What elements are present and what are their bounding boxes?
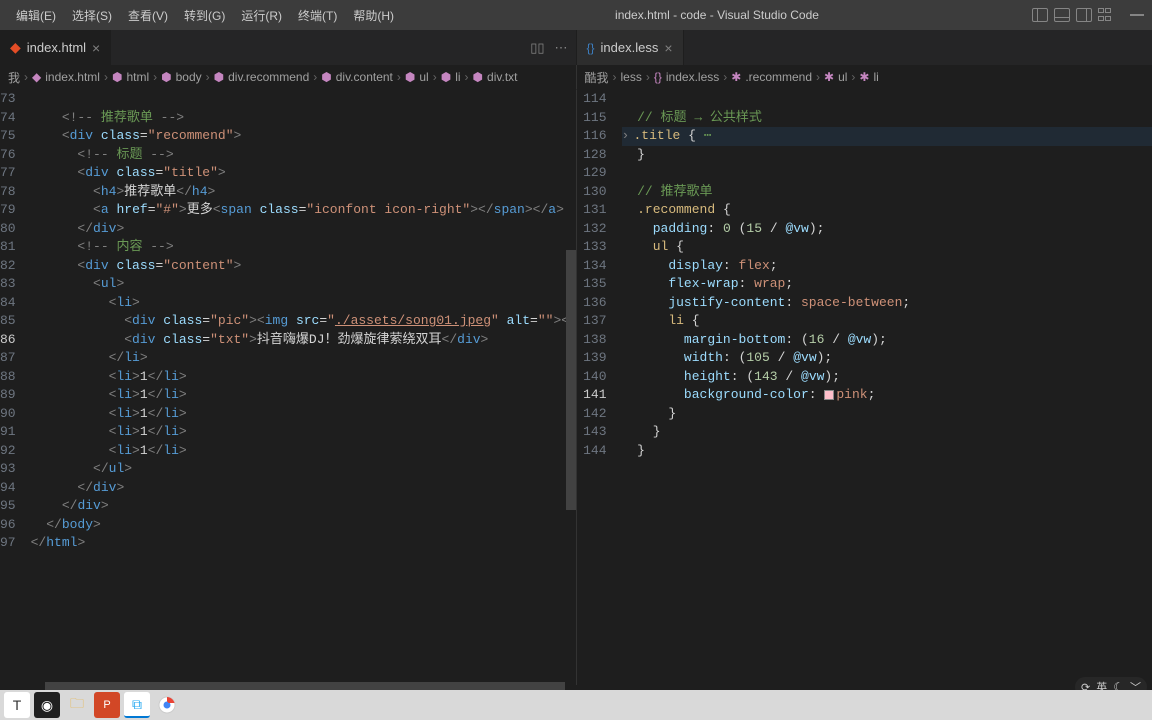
- titlebar-actions: [1032, 8, 1144, 22]
- breadcrumb-item[interactable]: ◆ index.html: [32, 70, 100, 84]
- tab-bar: ◆ index.html × ▯▯ ⋯ {} index.less ×: [0, 30, 1152, 65]
- taskbar-powerpoint-icon[interactable]: P: [94, 692, 120, 718]
- breadcrumb-left[interactable]: 我›◆ index.html›⬢ html›⬢ body›⬢ div.recom…: [0, 65, 576, 90]
- breadcrumb-item[interactable]: ⬢ div.recommend: [214, 70, 310, 84]
- menu-bar: 编辑(E) 选择(S) 查看(V) 转到(G) 运行(R) 终端(T) 帮助(H…: [8, 3, 402, 28]
- taskbar-explorer-icon[interactable]: 🗀: [64, 692, 90, 718]
- tab-label: index.html: [27, 40, 86, 55]
- menu-edit[interactable]: 编辑(E): [8, 3, 64, 28]
- menu-help[interactable]: 帮助(H): [345, 3, 402, 28]
- tab-index-html[interactable]: ◆ index.html ×: [0, 30, 111, 65]
- menu-terminal[interactable]: 终端(T): [290, 3, 345, 28]
- line-gutter: 7374757677787980818283848586878889909192…: [0, 90, 31, 685]
- titlebar: 编辑(E) 选择(S) 查看(V) 转到(G) 运行(R) 终端(T) 帮助(H…: [0, 0, 1152, 30]
- tab-label: index.less: [601, 40, 659, 55]
- line-gutter: 1141151161281291301311321331341351361371…: [577, 90, 622, 685]
- layout-toggle-secondary-icon[interactable]: [1076, 8, 1092, 22]
- scrollbar-thumb[interactable]: [566, 250, 576, 510]
- editor-right[interactable]: 1141151161281291301311321331341351361371…: [576, 90, 1152, 685]
- breadcrumb-right[interactable]: 酷我›less›{} index.less›✱ .recommend›✱ ul›…: [576, 65, 1152, 90]
- breadcrumb-item[interactable]: less: [621, 70, 642, 84]
- breadcrumb-item[interactable]: ⬢ div.txt: [473, 70, 518, 84]
- more-actions-icon[interactable]: ⋯: [555, 40, 568, 56]
- close-tab-icon[interactable]: ×: [664, 40, 672, 56]
- layout-toggle-panel-icon[interactable]: [1054, 8, 1070, 22]
- code-editor[interactable]: <!-- 推荐歌单 --> <div class="recommend"> <!…: [31, 90, 576, 685]
- layout-customize-icon[interactable]: [1098, 8, 1114, 22]
- taskbar: T ◉ 🗀 P ⧉: [0, 690, 1152, 720]
- breadcrumb-item[interactable]: ⬢ li: [441, 70, 461, 84]
- menu-go[interactable]: 转到(G): [176, 3, 233, 28]
- tab-index-less[interactable]: {} index.less ×: [577, 30, 684, 65]
- layout-toggle-sidebar-icon[interactable]: [1032, 8, 1048, 22]
- breadcrumb-item[interactable]: ✱ li: [859, 70, 878, 84]
- breadcrumb-item[interactable]: ⬢ ul: [405, 70, 429, 84]
- taskbar-vscode-icon[interactable]: ⧉: [124, 692, 150, 718]
- menu-run[interactable]: 运行(R): [233, 3, 290, 28]
- breadcrumb-item[interactable]: ⬢ div.content: [321, 70, 393, 84]
- taskbar-text-icon[interactable]: T: [4, 692, 30, 718]
- taskbar-chrome-icon[interactable]: [154, 692, 180, 718]
- taskbar-browser-icon[interactable]: ◉: [34, 692, 60, 718]
- breadcrumb-item[interactable]: 酷我: [585, 69, 609, 86]
- menu-view[interactable]: 查看(V): [120, 3, 176, 28]
- breadcrumb-item[interactable]: ⬢ html: [112, 70, 149, 84]
- breadcrumb-item[interactable]: 我: [8, 69, 20, 86]
- breadcrumb-item[interactable]: ✱ ul: [824, 70, 847, 84]
- breadcrumb-item[interactable]: ⬢ body: [161, 70, 202, 84]
- minimize-icon[interactable]: [1130, 14, 1144, 16]
- editor-left[interactable]: 7374757677787980818283848586878889909192…: [0, 90, 576, 685]
- code-editor[interactable]: // 标题 → 公共样式›.title { ⋯ } // 推荐歌单 .recom…: [622, 90, 1152, 685]
- split-editor-icon[interactable]: ▯▯: [530, 40, 544, 56]
- menu-selection[interactable]: 选择(S): [64, 3, 120, 28]
- less-file-icon: {}: [587, 41, 595, 55]
- html-file-icon: ◆: [10, 39, 21, 56]
- breadcrumb-item[interactable]: ✱ .recommend: [731, 70, 812, 84]
- minimap[interactable]: [566, 90, 576, 685]
- window-title: index.html - code - Visual Studio Code: [402, 8, 1032, 22]
- editor-area: 7374757677787980818283848586878889909192…: [0, 90, 1152, 685]
- close-tab-icon[interactable]: ×: [92, 40, 100, 56]
- breadcrumb-item[interactable]: {} index.less: [654, 70, 719, 84]
